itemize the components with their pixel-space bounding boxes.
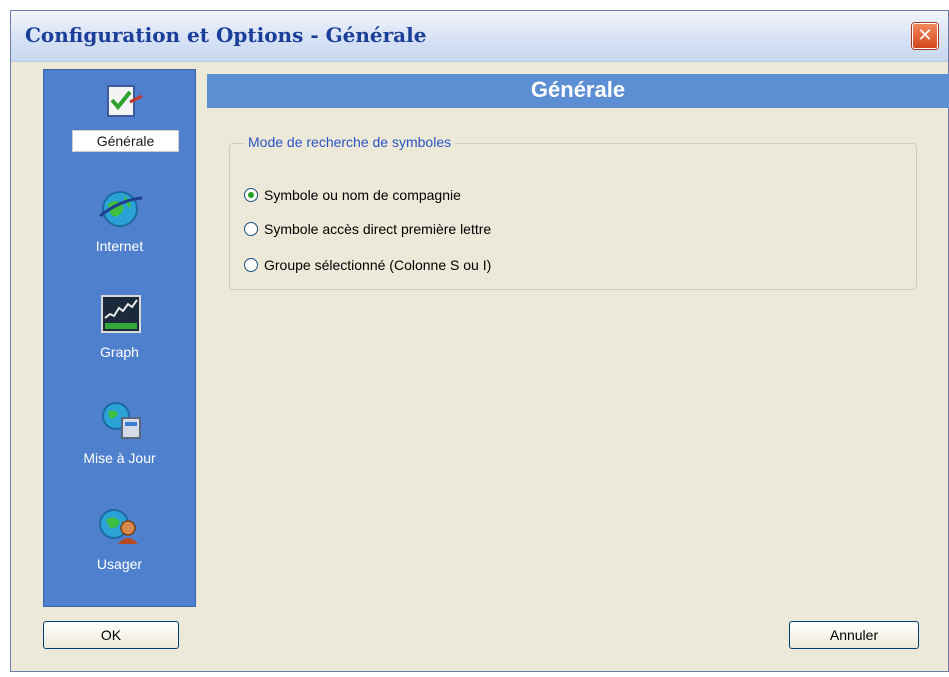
user-icon [99, 509, 138, 544]
panel-header: Générale [207, 74, 949, 108]
radio-button[interactable] [244, 258, 258, 272]
search-mode-group: Mode de recherche de symboles Symbole ou… [229, 134, 917, 290]
group-title: Mode de recherche de symboles [244, 134, 456, 150]
sidebar-item-label: Mise à Jour [83, 450, 156, 466]
close-icon[interactable]: ✕ [912, 23, 938, 49]
chart-icon [101, 295, 141, 333]
sidebar-item-mise-a-jour[interactable]: Mise à Jour [44, 398, 195, 498]
sidebar-item-generale[interactable]: Générale [44, 80, 195, 180]
sidebar-item-label: Graph [100, 344, 139, 360]
radio-label: Symbole accès direct première lettre [264, 221, 492, 237]
radio-label: Symbole ou nom de compagnie [264, 187, 461, 203]
radio-option-symbol-or-company[interactable]: Symbole ou nom de compagnie [244, 185, 461, 205]
sidebar-item-graph[interactable]: Graph [44, 292, 195, 392]
radio-button-selected[interactable] [244, 188, 258, 202]
window-title: Configuration et Options - Générale [25, 23, 427, 47]
globe-icon [99, 191, 143, 227]
title-bar[interactable]: Configuration et Options - Générale ✕ [11, 11, 948, 62]
options-window: Configuration et Options - Générale ✕ Gé… [10, 10, 949, 672]
sidebar-item-label: Générale [72, 130, 179, 152]
sidebar-item-usager[interactable]: Usager [44, 504, 195, 604]
radio-button[interactable] [244, 222, 258, 236]
radio-option-direct-first-letter[interactable]: Symbole accès direct première lettre [244, 219, 491, 239]
sidebar-item-internet[interactable]: Internet [44, 186, 195, 286]
radio-option-selected-group[interactable]: Groupe sélectionné (Colonne S ou I) [244, 255, 491, 275]
cancel-button[interactable]: Annuler [789, 621, 919, 649]
page-title: Générale [530, 77, 626, 102]
sidebar-item-label: Usager [96, 556, 143, 572]
radio-label: Groupe sélectionné (Colonne S ou I) [264, 257, 492, 273]
sidebar: Générale Internet Graph Mise à Jour Usag… [43, 69, 196, 607]
update-icon [102, 402, 141, 439]
ok-button[interactable]: OK [43, 621, 179, 649]
sidebar-item-label: Internet [95, 238, 144, 254]
checklist-icon [107, 85, 143, 117]
